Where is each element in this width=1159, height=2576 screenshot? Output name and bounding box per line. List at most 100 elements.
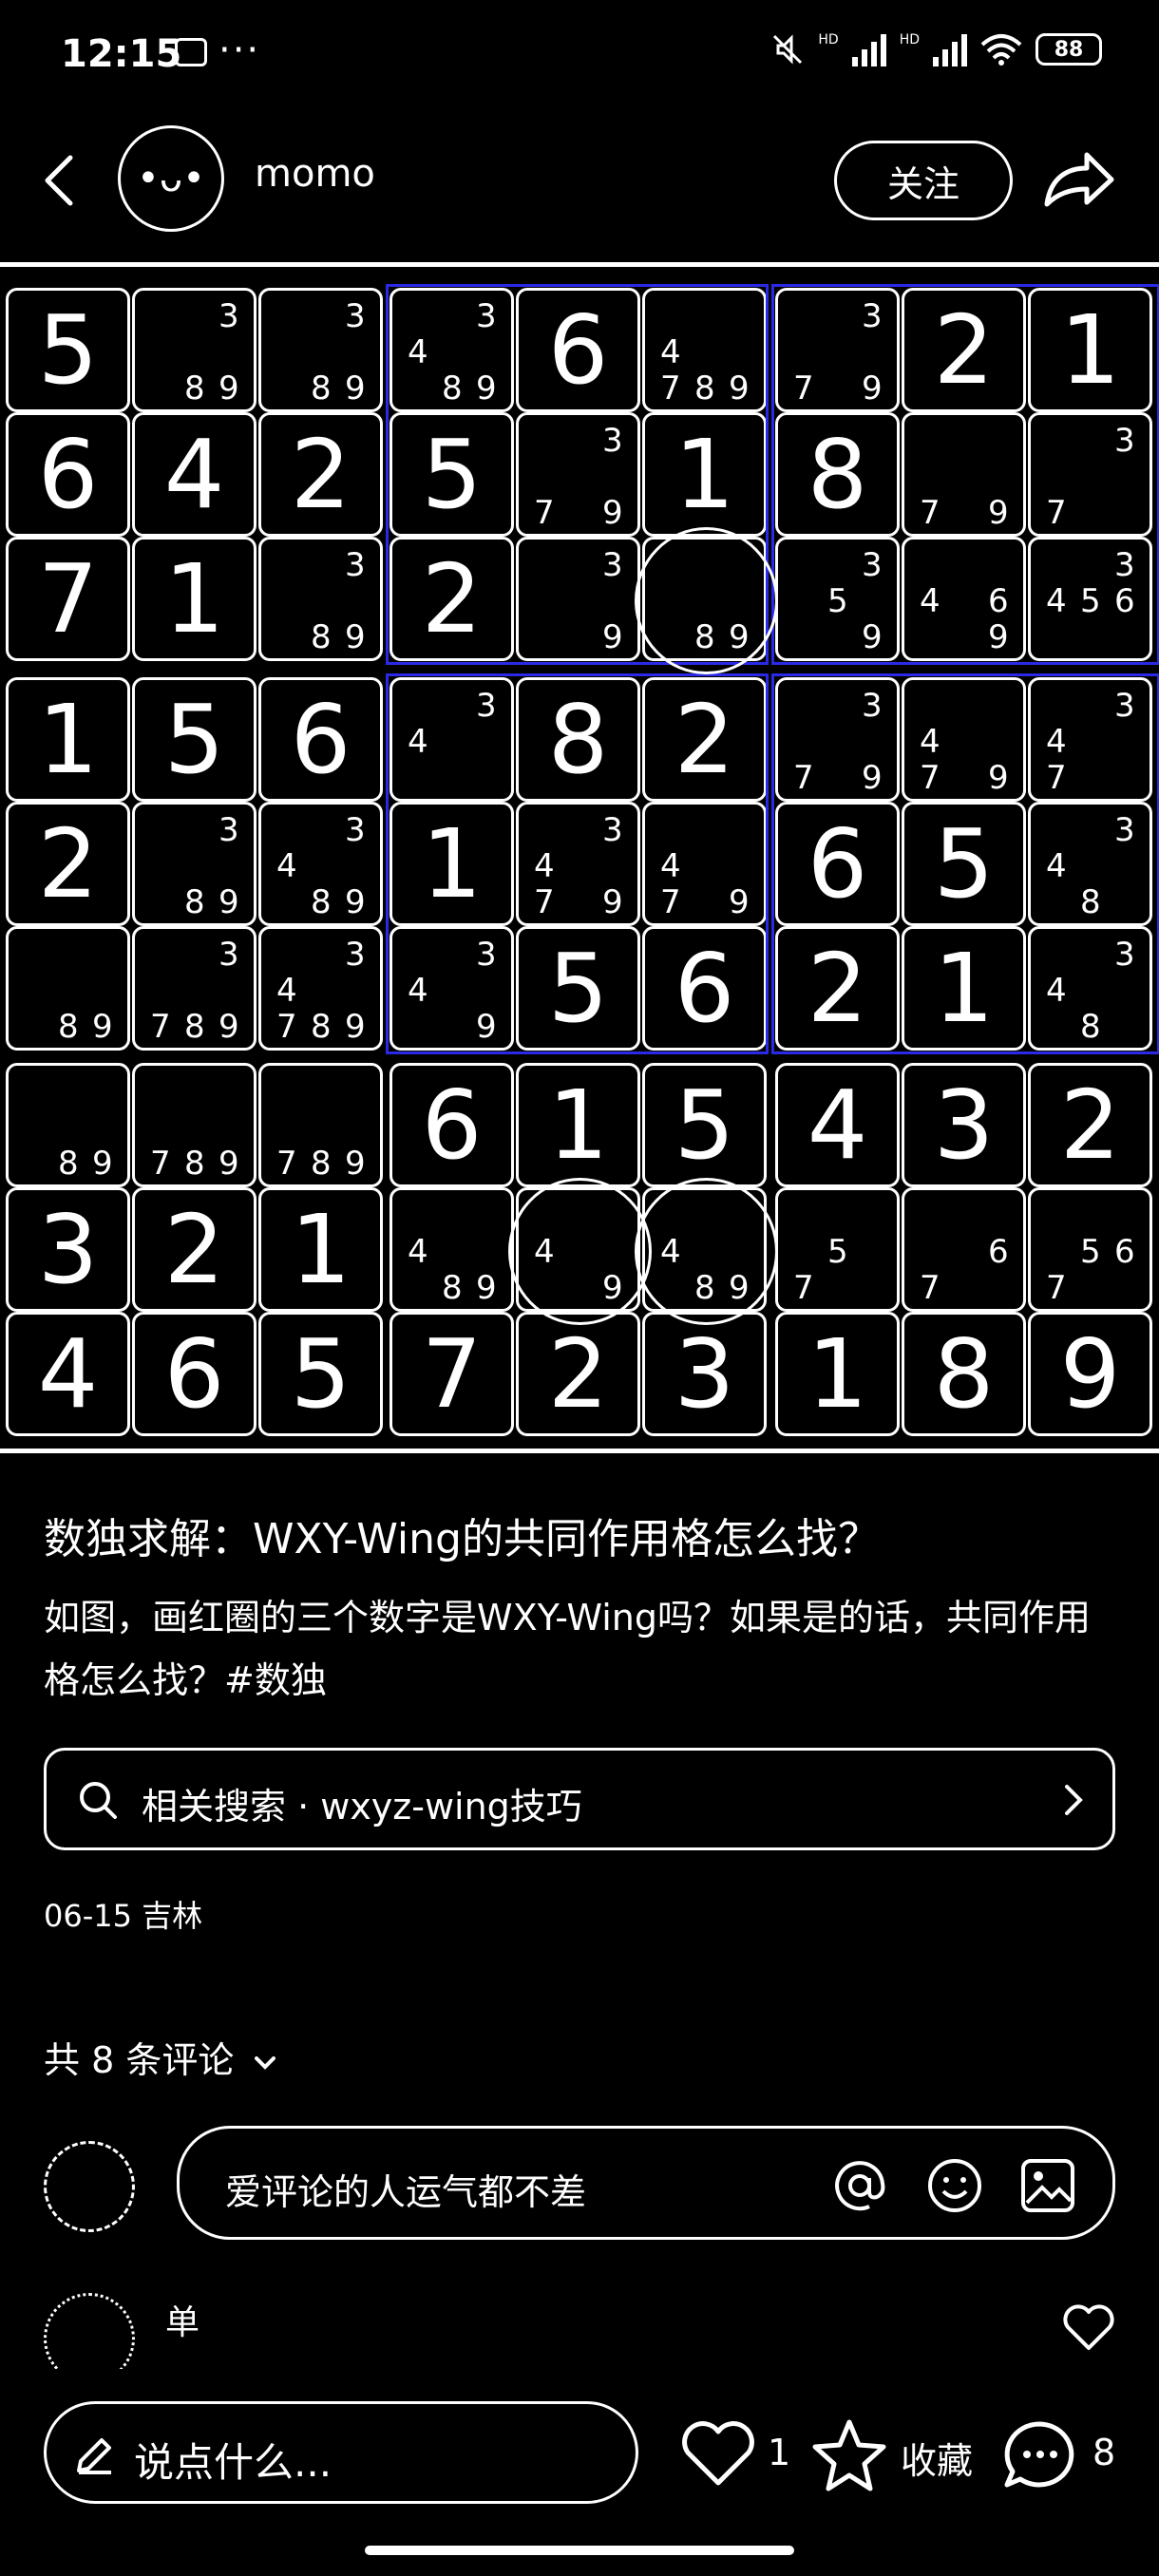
sudoku-candidate: 9: [92, 1145, 113, 1183]
sudoku-candidate: 9: [218, 1008, 239, 1046]
heart-icon: [682, 2421, 754, 2486]
sudoku-candidate: 3: [345, 811, 366, 849]
image-icon[interactable]: [1019, 2157, 1076, 2214]
say-something-placeholder: 说点什么...: [134, 2439, 332, 2486]
comment-count-toggle[interactable]: 共 8 条评论: [44, 2031, 277, 2083]
sudoku-cell: 2: [132, 1187, 256, 1312]
wifi-icon: [980, 34, 1022, 66]
comment-input-placeholder: 爱评论的人运气都不差: [225, 2171, 587, 2213]
comment-input[interactable]: 爱评论的人运气都不差: [177, 2126, 1115, 2240]
comment-like-button[interactable]: [1062, 2304, 1115, 2352]
sudoku-cell: 789: [132, 1063, 256, 1187]
mute-icon: [773, 34, 803, 65]
sudoku-cell: 3: [6, 1187, 130, 1312]
sudoku-given-digit: 6: [290, 684, 352, 795]
comment-count-label: 共 8 条评论: [44, 2039, 235, 2081]
post-title: 数独求解：WXY-Wing的共同作用格怎么找？: [44, 1515, 880, 1563]
collect-button[interactable]: [811, 2416, 887, 2496]
pencil-icon: [77, 2438, 111, 2474]
sudoku-given-digit: 1: [290, 1194, 352, 1305]
sudoku-cell: 1: [6, 677, 130, 802]
follow-button[interactable]: 关注: [834, 141, 1013, 220]
comment-bubble-icon: [1004, 2421, 1074, 2488]
sudoku-cell: 389: [258, 288, 383, 412]
sudoku-candidate: 4: [276, 972, 297, 1010]
sudoku-given-digit: 5: [163, 684, 225, 795]
sudoku-candidate: 5: [1080, 1233, 1101, 1271]
sudoku-candidate: 8: [311, 618, 332, 656]
sudoku-cell: 2: [6, 802, 130, 926]
notification-icon: [175, 38, 207, 66]
sudoku-given-digit: 2: [547, 1318, 609, 1430]
mention-icon[interactable]: [831, 2157, 888, 2214]
sudoku-candidate: 3: [345, 936, 366, 974]
sudoku-given-digit: 1: [37, 684, 99, 795]
sudoku-cell: 6: [258, 677, 383, 802]
hd-label-2: HD: [899, 32, 920, 47]
sudoku-cell: 89: [6, 926, 130, 1051]
home-indicator[interactable]: [365, 2546, 794, 2555]
sudoku-cell: 789: [258, 1063, 383, 1187]
sudoku-cell: 9: [1028, 1312, 1152, 1436]
sudoku-candidate: 9: [345, 369, 366, 407]
sudoku-candidate: 7: [150, 1145, 171, 1183]
sudoku-cell: 3: [902, 1063, 1026, 1187]
sudoku-candidate: 9: [345, 618, 366, 656]
battery-icon: 88: [1036, 33, 1102, 66]
sudoku-candidate: 7: [276, 1145, 297, 1183]
sudoku-candidate: 8: [311, 1008, 332, 1046]
sudoku-candidate: 8: [184, 1008, 205, 1046]
sudoku-given-digit: 5: [37, 294, 99, 406]
sudoku-candidate: 5: [827, 1233, 848, 1271]
chevron-down-icon: [255, 2056, 276, 2070]
sudoku-cell: 7: [390, 1312, 514, 1436]
back-button[interactable]: [38, 152, 86, 209]
sudoku-cell: 89: [6, 1063, 130, 1187]
like-button[interactable]: [680, 2420, 756, 2492]
sudoku-given-digit: 3: [37, 1194, 99, 1305]
sudoku-given-digit: 5: [674, 1070, 735, 1181]
comment-button[interactable]: [1001, 2418, 1077, 2494]
sudoku-candidate: 8: [442, 1269, 463, 1307]
sudoku-given-digit: 2: [290, 419, 352, 530]
author-name[interactable]: momo: [255, 152, 375, 196]
comment-author[interactable]: 单: [165, 2295, 200, 2344]
sudoku-cell: 56 7: [1028, 1187, 1152, 1312]
sudoku-candidate: 7: [920, 1269, 940, 1307]
sudoku-given-digit: 4: [807, 1070, 868, 1181]
sudoku-cell: 2: [1028, 1063, 1152, 1187]
sudoku-given-digit: 2: [1059, 1070, 1121, 1181]
sudoku-candidate: 7: [793, 1269, 814, 1307]
sudoku-given-digit: 2: [37, 808, 99, 919]
heart-outline-icon: [1063, 2304, 1114, 2350]
sudoku-highlight-box: [771, 673, 1159, 1054]
say-something-input[interactable]: 说点什么...: [44, 2401, 638, 2504]
sudoku-cell: 1: [132, 537, 256, 661]
sudoku-given-digit: 1: [163, 543, 225, 654]
sudoku-candidate: 9: [92, 1008, 113, 1046]
sudoku-given-digit: 4: [163, 419, 225, 530]
sudoku-candidate: 9: [476, 1269, 497, 1307]
comment-count: 8: [1092, 2432, 1116, 2473]
status-time: 12:15: [61, 32, 182, 76]
signal-icon-2: [933, 32, 967, 66]
related-search-button[interactable]: 相关搜索 · wxyz-wing技巧: [44, 1748, 1115, 1850]
sudoku-cell: 6: [390, 1063, 514, 1187]
emoji-icon[interactable]: [926, 2157, 983, 2214]
sudoku-candidate: 7: [276, 1008, 297, 1046]
post-body: 如图，画红圈的三个数字是WXY-Wing吗？如果是的话，共同作用格怎么找？#数独: [44, 1597, 1091, 1701]
status-right-group: HD HD 88: [770, 32, 1102, 66]
sudoku-image[interactable]: 5389389348964789379216425379187937713892…: [0, 262, 1159, 1453]
sudoku-given-digit: 5: [290, 1318, 352, 1430]
share-button[interactable]: [1041, 147, 1117, 214]
sudoku-candidate: 8: [58, 1145, 79, 1183]
sudoku-candidate: 6: [988, 1233, 1009, 1271]
author-avatar[interactable]: •ᴗ•: [118, 125, 224, 232]
share-icon: [1044, 152, 1114, 207]
like-count: 1: [768, 2432, 791, 2473]
sudoku-given-digit: 9: [1059, 1318, 1121, 1430]
hand-drawn-circle: [635, 1178, 778, 1325]
sudoku-candidate: 9: [218, 1145, 239, 1183]
sudoku-given-digit: 3: [674, 1318, 735, 1430]
collect-label[interactable]: 收藏: [901, 2432, 973, 2484]
